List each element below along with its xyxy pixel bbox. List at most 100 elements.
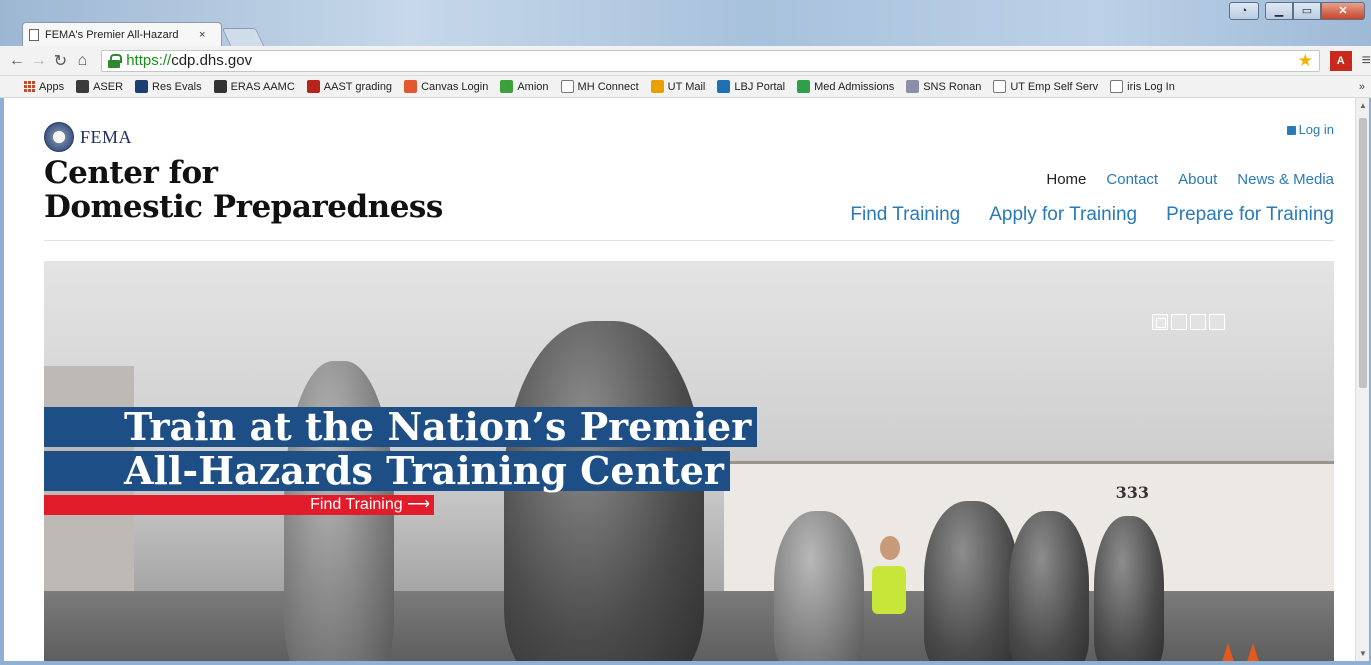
hero-photo-hazmat-suit	[1009, 511, 1089, 661]
bookmark-label: AAST grading	[323, 80, 393, 93]
bookmark-item[interactable]: AAST grading	[306, 80, 393, 93]
hero-headline-line2: All-Hazards Training Center	[44, 451, 730, 491]
portal-icon	[717, 80, 731, 93]
med-admissions-icon	[797, 80, 811, 93]
lock-icon	[1286, 126, 1296, 135]
bookmark-item[interactable]: Apps	[24, 81, 64, 93]
address-bar[interactable]: https:// cdp.dhs.gov ★	[101, 49, 1320, 72]
hero-photo-hazmat-suit	[924, 501, 1019, 661]
utility-nav: Home Contact About News & Media	[1046, 171, 1334, 188]
bookmark-star-icon[interactable]: ★	[1298, 51, 1313, 71]
amion-icon	[500, 80, 514, 93]
bookmark-item[interactable]: Amion	[500, 80, 549, 93]
page-icon	[993, 80, 1007, 93]
nav-about[interactable]: About	[1178, 171, 1217, 188]
bookmark-label: LBJ Portal	[734, 80, 786, 93]
hero-carousel[interactable]: 333 Train at the Nation’s Premier All-Ha…	[44, 261, 1334, 661]
bookmark-item[interactable]: Med Admissions	[797, 80, 894, 93]
tab-title: FEMA's Premier All-Hazard	[45, 28, 179, 41]
browser-window: FEMA's Premier All-Hazard × ◔ ▁ ▭ ✕ ← → …	[0, 0, 1371, 665]
new-innovations-icon	[135, 80, 149, 93]
bookmark-label: Canvas Login	[421, 80, 489, 93]
bookmark-label: Apps	[39, 80, 65, 93]
close-window-button[interactable]: ✕	[1321, 2, 1365, 20]
bookmark-item[interactable]: ASER	[76, 80, 123, 93]
bookmark-item[interactable]: Res Evals	[135, 80, 202, 93]
hero-headline: Train at the Nation’s Premier All-Hazard…	[44, 407, 758, 495]
aser-icon	[76, 80, 90, 93]
menu-icon[interactable]: ≡	[1362, 52, 1371, 70]
home-icon[interactable]: ⌂	[71, 52, 93, 70]
hero-photo-hazmat-suit	[774, 511, 864, 661]
hero-photo-hazmat-suit	[1094, 516, 1164, 661]
bookmark-label: Res Evals	[152, 80, 202, 93]
outlook-icon	[650, 80, 664, 93]
minimize-button[interactable]: ▁	[1265, 2, 1293, 20]
hero-photo-safety-vest	[872, 566, 906, 614]
traffic-cone-icon	[1219, 643, 1237, 661]
bookmark-label: MH Connect	[577, 80, 639, 93]
find-training-button[interactable]: Find Training ⟶	[44, 495, 434, 515]
login-label: Log in	[1298, 122, 1334, 137]
page-viewport: FEMA Center for Domestic Preparedness Lo…	[4, 98, 1355, 661]
bookmark-label: UT Mail	[667, 80, 706, 93]
secure-lock-icon	[108, 53, 123, 68]
main-nav: Find Training Apply for Training Prepare…	[850, 204, 1334, 226]
apps-grid-icon	[24, 81, 35, 92]
forward-arrow-icon[interactable]: →	[28, 52, 50, 70]
bookmark-label: Med Admissions	[814, 80, 895, 93]
carousel-dot-4[interactable]	[1209, 314, 1225, 330]
agency-name: FEMA	[80, 126, 133, 147]
bookmark-item[interactable]: ERAS AAMC	[213, 80, 295, 93]
tab-close-icon[interactable]: ×	[199, 29, 205, 41]
url-scheme: https://	[126, 52, 172, 69]
site-title[interactable]: Center for Domestic Preparedness	[44, 156, 443, 224]
aast-icon	[306, 80, 320, 93]
canvas-icon	[404, 80, 418, 93]
scroll-up-icon[interactable]: ▲	[1359, 101, 1367, 110]
bookmark-item[interactable]: MH Connect	[560, 80, 639, 93]
bookmark-label: ERAS AAMC	[230, 80, 295, 93]
nav-home[interactable]: Home	[1046, 171, 1086, 188]
page-icon	[1110, 80, 1124, 93]
url-host: cdp.dhs.gov	[171, 52, 253, 69]
eras-icon	[213, 80, 227, 93]
nav-contact[interactable]: Contact	[1106, 171, 1158, 188]
bookmarks-bar: Apps ASER Res Evals ERAS AAMC AAST grading Ca…	[0, 76, 1371, 98]
bookmark-item[interactable]: LBJ Portal	[717, 80, 785, 93]
bookmark-item[interactable]: UT Mail	[650, 80, 706, 93]
nav-find-training[interactable]: Find Training	[850, 204, 960, 226]
nav-apply-for-training[interactable]: Apply for Training	[989, 204, 1137, 226]
traffic-cone-icon	[1244, 643, 1262, 661]
carousel-indicators	[1152, 314, 1225, 330]
login-link[interactable]: Log in	[1286, 122, 1334, 137]
sns-icon	[906, 80, 920, 93]
scrollbar-thumb[interactable]	[1359, 118, 1367, 388]
bookmark-item[interactable]: iris Log In	[1110, 80, 1175, 93]
site-title-line1: Center for	[44, 155, 218, 191]
back-arrow-icon[interactable]: ←	[6, 52, 28, 70]
bookmark-label: UT Emp Self Serv	[1010, 80, 1099, 93]
page-scrollbar[interactable]: ▲ ▼	[1355, 98, 1369, 661]
bookmark-item[interactable]: Canvas Login	[404, 80, 488, 93]
maximize-button[interactable]: ▭	[1293, 2, 1321, 20]
user-icon[interactable]: ◔	[1229, 2, 1259, 20]
nav-prepare-for-training[interactable]: Prepare for Training	[1166, 204, 1334, 226]
site-title-line2: Domestic Preparedness	[44, 189, 443, 225]
dhs-seal-icon	[44, 122, 74, 152]
building-number: 333	[1115, 483, 1149, 502]
carousel-dot-2[interactable]	[1171, 314, 1187, 330]
scroll-down-icon[interactable]: ▼	[1359, 649, 1367, 658]
carousel-dot-3[interactable]	[1190, 314, 1206, 330]
bookmark-item[interactable]: UT Emp Self Serv	[993, 80, 1098, 93]
fema-logo[interactable]: FEMA	[44, 122, 132, 152]
page-icon	[29, 28, 39, 41]
browser-tab[interactable]: FEMA's Premier All-Hazard ×	[22, 22, 222, 46]
acrobat-extension-icon[interactable]: A	[1329, 50, 1352, 71]
carousel-dot-1[interactable]	[1152, 314, 1168, 330]
reload-icon[interactable]: ↻	[50, 51, 72, 71]
bookmarks-overflow-icon[interactable]: »	[1359, 81, 1365, 93]
nav-news-media[interactable]: News & Media	[1237, 171, 1334, 188]
bookmark-item[interactable]: SNS Ronan	[906, 80, 981, 93]
page-icon	[560, 80, 574, 93]
